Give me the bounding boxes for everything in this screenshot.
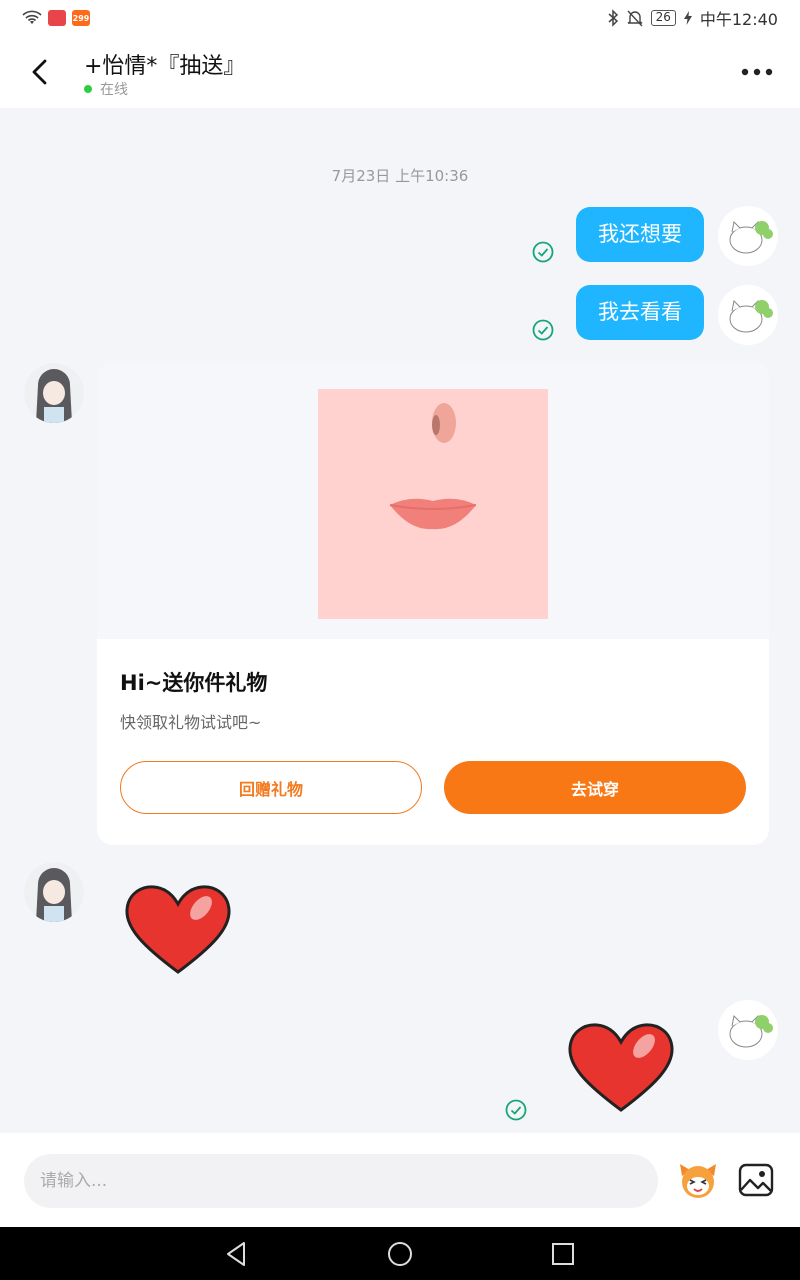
- image-picker-icon[interactable]: [738, 1162, 774, 1198]
- outgoing-message[interactable]: 我还想要: [576, 207, 704, 262]
- gift-card[interactable]: Hi~送你件礼物 快领取礼物试试吧~ 回赠礼物 去试穿: [97, 363, 769, 845]
- contact-avatar[interactable]: [24, 363, 84, 423]
- status-bar-left: 299: [22, 10, 90, 26]
- wifi-icon: [22, 10, 42, 24]
- my-avatar[interactable]: [718, 1000, 778, 1060]
- girl-avatar-icon: [24, 363, 84, 423]
- chat-header: +怡情*『抽送』 在线: [0, 36, 800, 108]
- gift-card-subtitle: 快领取礼物试试吧~: [120, 713, 262, 732]
- heart-emoji-icon[interactable]: [123, 882, 233, 978]
- bluetooth-icon: [608, 9, 618, 27]
- try-on-button[interactable]: 去试穿: [444, 761, 746, 814]
- back-icon[interactable]: [24, 56, 56, 88]
- nav-recents-icon[interactable]: [548, 1239, 578, 1269]
- mute-icon: [627, 10, 643, 27]
- battery-indicator: 26: [650, 10, 676, 26]
- return-gift-button[interactable]: 回赠礼物: [120, 761, 422, 814]
- outgoing-message[interactable]: 我去看看: [576, 285, 704, 340]
- emoji-icon[interactable]: [676, 1158, 720, 1202]
- cat-avatar-icon: [729, 299, 773, 333]
- gift-image-area: [97, 363, 769, 639]
- read-check-icon: [532, 241, 554, 263]
- heart-emoji-icon[interactable]: [566, 1020, 676, 1116]
- lips-icon: [389, 403, 477, 530]
- status-bar: 299 26 中午12:40: [0, 0, 800, 36]
- read-check-icon: [532, 319, 554, 341]
- my-avatar[interactable]: [718, 285, 778, 345]
- presence-label: 在线: [100, 82, 128, 98]
- app-icon: [48, 10, 66, 26]
- charging-icon: [683, 11, 692, 25]
- message-input[interactable]: [24, 1154, 658, 1208]
- status-time: 中午12:40: [699, 10, 778, 29]
- cat-avatar-icon: [729, 1014, 773, 1048]
- chat-title: +怡情*『抽送』: [84, 54, 246, 79]
- message-timestamp: 7月23日 上午10:36: [331, 167, 469, 185]
- contact-avatar[interactable]: [24, 862, 84, 922]
- girl-avatar-icon: [24, 862, 84, 922]
- app-badge-icon: 299: [72, 10, 90, 26]
- online-dot-icon: [84, 85, 92, 93]
- nav-back-icon[interactable]: [222, 1239, 252, 1269]
- presence-status: 在线: [84, 79, 128, 99]
- message-input-bar: [0, 1133, 800, 1227]
- system-nav-bar: [0, 1227, 800, 1280]
- gift-image: [318, 389, 548, 619]
- gift-card-title: Hi~送你件礼物: [120, 671, 268, 695]
- read-check-icon: [505, 1099, 527, 1121]
- nav-home-icon[interactable]: [385, 1239, 415, 1269]
- more-options-icon[interactable]: [740, 62, 774, 82]
- status-bar-right: 26 中午12:40: [607, 6, 778, 30]
- cat-avatar-icon: [729, 220, 773, 254]
- my-avatar[interactable]: [718, 206, 778, 266]
